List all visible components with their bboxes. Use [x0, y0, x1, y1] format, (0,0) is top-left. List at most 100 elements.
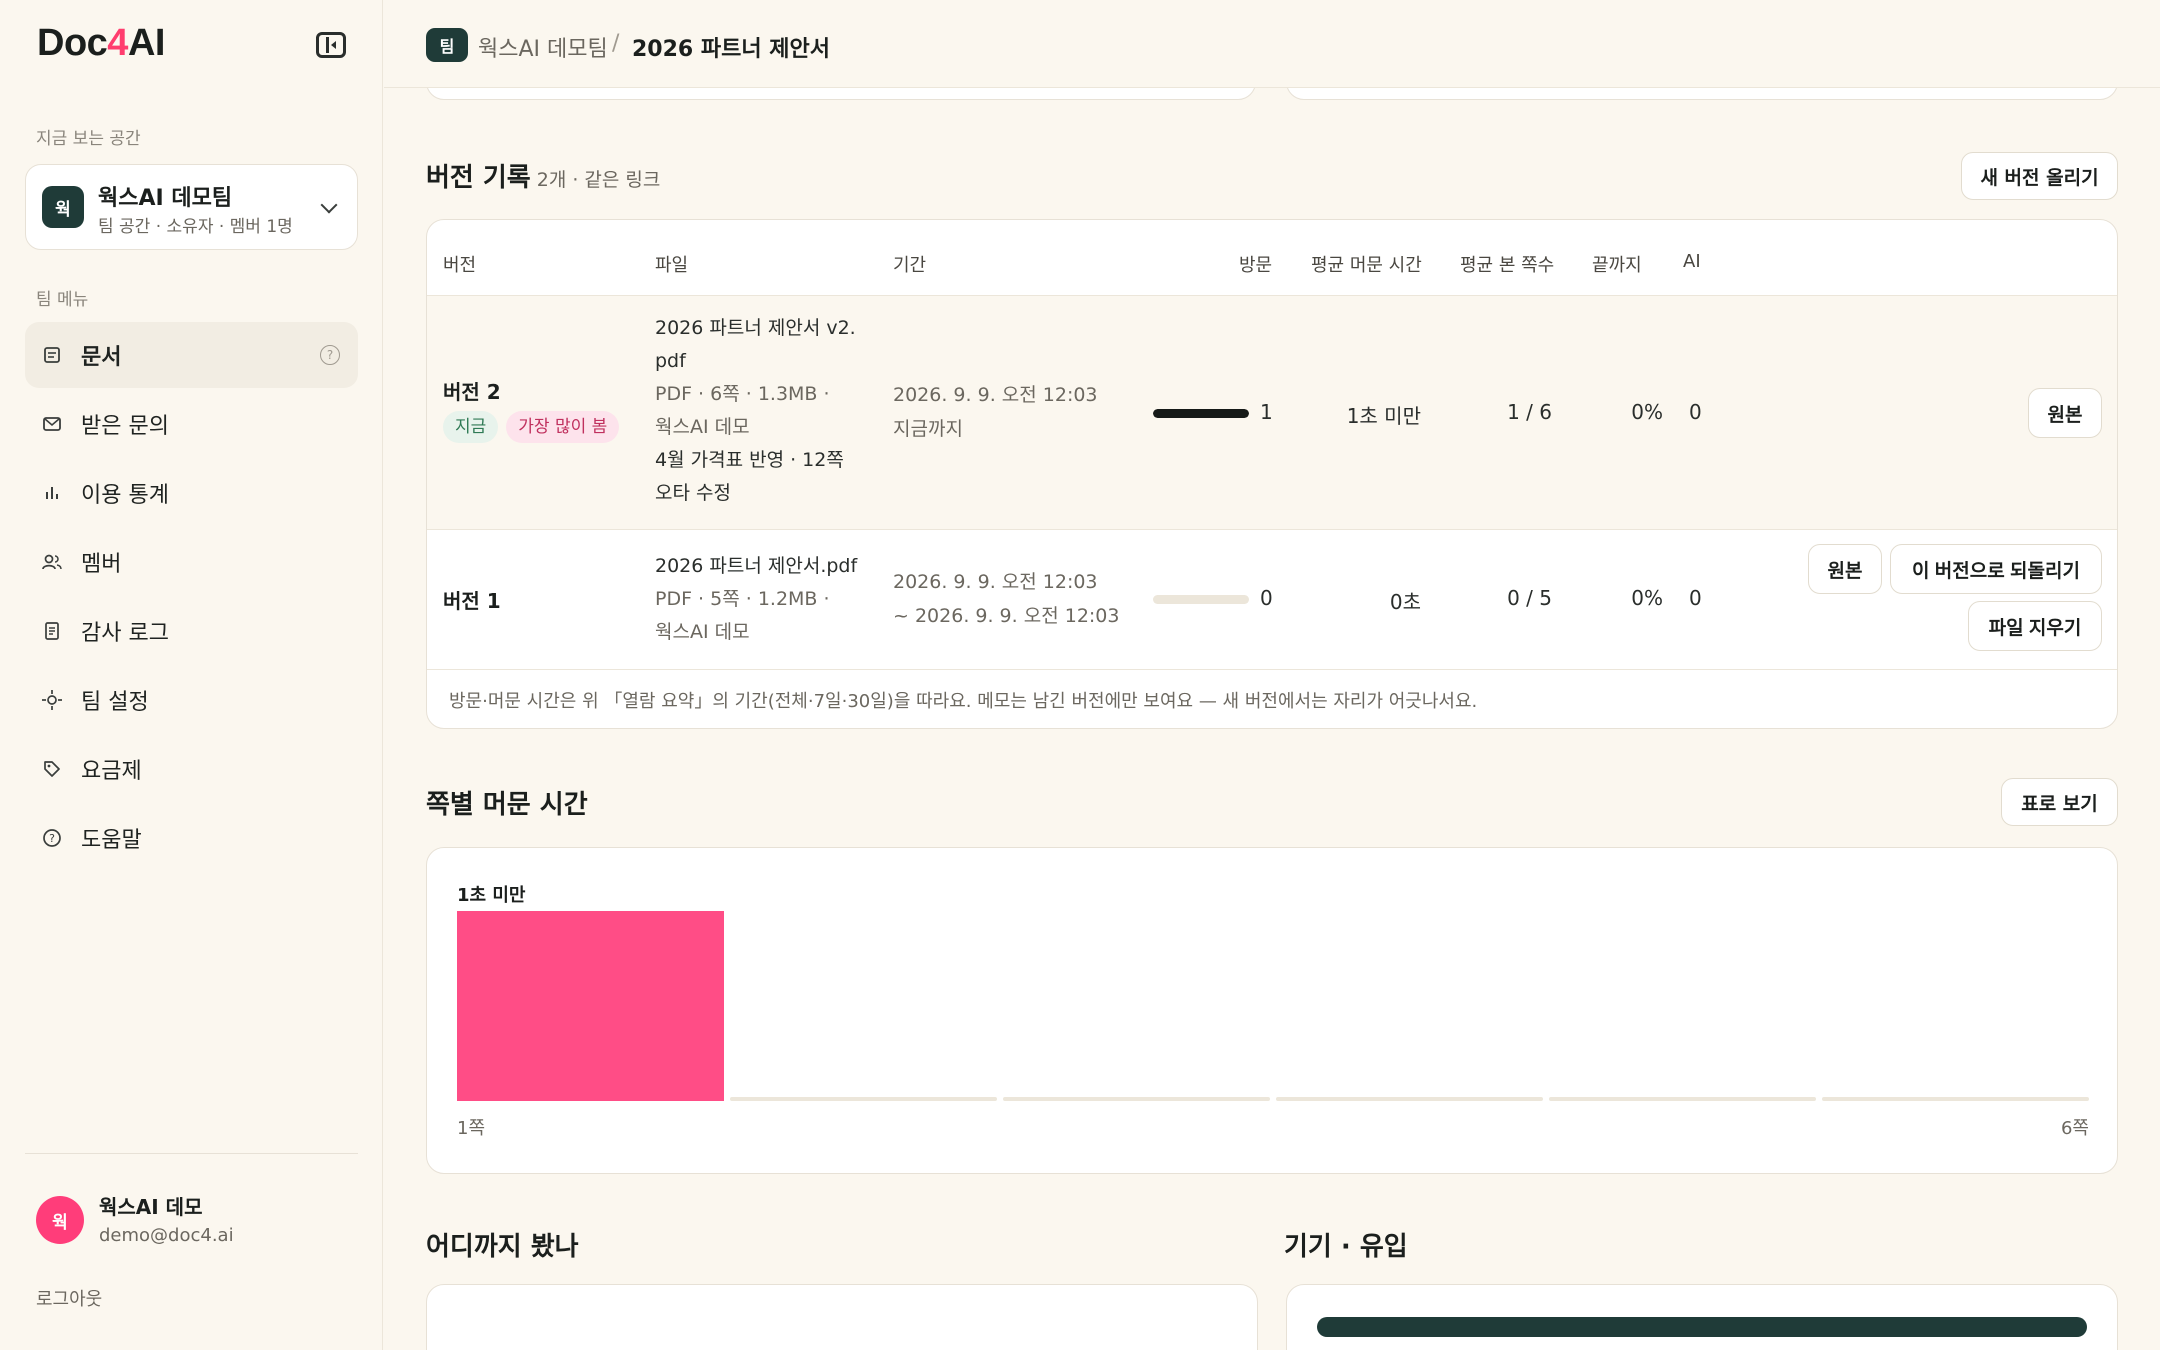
version-table: 버전 파일 기간 방문 평균 머문 시간 평균 본 쪽수 끝까지 AI 버전 2… — [426, 219, 2118, 729]
page-time-title: 쪽별 머문 시간 — [426, 790, 588, 820]
visits-value: 1 — [1260, 400, 1273, 424]
page-bar-1[interactable] — [457, 911, 724, 1101]
audit-log-icon — [41, 620, 63, 642]
sidebar-item-inquiries[interactable]: 받은 문의 — [25, 391, 358, 457]
file-meta: PDF · 5쪽 · 1.2MB · — [655, 588, 830, 610]
version-name: 버전 2 — [443, 380, 501, 404]
chevron-down-icon — [320, 196, 338, 214]
workspace-meta: 팀 공간 · 소유자 · 멤버 1명 — [98, 217, 293, 237]
visit-bar — [1153, 409, 1249, 418]
version-name: 버전 1 — [443, 589, 501, 613]
sidebar-item-label: 감사 로그 — [81, 621, 169, 646]
view-as-table-button[interactable]: 표로 보기 — [2001, 778, 2118, 826]
user-name: 웍스AI 데모 — [99, 1195, 203, 1219]
visits-value: 0 — [1260, 586, 1273, 610]
sidebar-item-label: 이용 통계 — [81, 483, 169, 508]
doc4ai-logo[interactable]: Doc4AI — [37, 22, 165, 65]
breadcrumb-team[interactable]: 웍스AI 데모팀 — [478, 31, 608, 63]
version-memo-continued: 오타 수정 — [655, 482, 731, 504]
period: 2026. 9. 9. 오전 12:03 ~ 2026. 9. 9. 오전 12… — [893, 565, 1119, 633]
workspace-avatar: 웍 — [42, 186, 84, 228]
revert-to-version-button[interactable]: 이 버전으로 되돌리기 — [1890, 544, 2102, 594]
column-header-avg-pages: 평균 본 쪽수 — [1460, 255, 1555, 276]
sidebar-item-documents[interactable]: 문서 ? — [25, 322, 358, 388]
device-bar — [1317, 1317, 2087, 1337]
team-chip: 팀 — [426, 28, 468, 62]
members-icon — [41, 551, 63, 573]
avg-pages-value: 1 / 6 — [1507, 400, 1552, 424]
chart-last-page-label: 6쪽 — [2060, 1118, 2089, 1139]
current-space-caption: 지금 보는 공간 — [36, 129, 141, 149]
ai-value: 0 — [1689, 400, 1702, 424]
collapse-sidebar-icon[interactable] — [316, 32, 346, 58]
main-content: 버전 기록 2개 · 같은 링크 새 버전 올리기 버전 파일 기간 방문 평균 … — [384, 0, 2160, 1350]
sidebar-item-members[interactable]: 멤버 — [25, 529, 358, 595]
file-name: 2026 파트너 제안서 v2. — [655, 317, 856, 339]
file-meta: PDF · 6쪽 · 1.3MB · — [655, 383, 830, 405]
sidebar-item-pricing[interactable]: 요금제 — [25, 736, 358, 802]
sidebar-item-label: 도움말 — [81, 828, 142, 853]
period-start: 2026. 9. 9. 오전 12:03 — [893, 571, 1098, 593]
help-icon[interactable]: ? — [320, 345, 340, 365]
reach-card — [426, 1284, 1258, 1350]
sidebar-item-label: 문서 — [81, 345, 122, 370]
logout-link[interactable]: 로그아웃 — [36, 1285, 102, 1311]
visit-bar — [1153, 595, 1249, 604]
column-header-version: 버전 — [443, 255, 477, 276]
upload-new-version-button[interactable]: 새 버전 올리기 — [1961, 152, 2118, 200]
sidebar-item-label: 팀 설정 — [81, 690, 149, 715]
page-bar-2[interactable] — [730, 1097, 997, 1101]
user-email: demo@doc4.ai — [99, 1225, 234, 1246]
page-time-bars — [457, 911, 2089, 1101]
page-bar-4[interactable] — [1276, 1097, 1543, 1101]
chart-first-page-label: 1쪽 — [457, 1118, 486, 1139]
top-bar: 팀 웍스AI 데모팀 / 2026 파트너 제안서 — [384, 0, 2160, 88]
user-avatar[interactable]: 웍 — [36, 1196, 84, 1244]
completion-value: 0% — [1631, 586, 1663, 610]
file-name: 2026 파트너 제안서.pdf — [655, 555, 858, 577]
sidebar-item-label: 요금제 — [81, 759, 142, 784]
column-header-visits: 방문 — [1239, 255, 1273, 276]
column-header-file: 파일 — [655, 255, 689, 276]
sidebar-item-team-settings[interactable]: 팀 설정 — [25, 667, 358, 733]
svg-text:?: ? — [49, 832, 55, 845]
version-history-heading: 버전 기록 — [426, 163, 531, 193]
sidebar-item-label: 멤버 — [81, 552, 122, 577]
sidebar: Doc4AI 지금 보는 공간 웍 웍스AI 데모팀 팀 공간 · 소유자 · … — [0, 0, 383, 1350]
period: 2026. 9. 9. 오전 12:03 지금까지 — [893, 378, 1098, 446]
sidebar-item-audit-log[interactable]: 감사 로그 — [25, 598, 358, 664]
page-bar-6[interactable] — [1822, 1097, 2089, 1101]
ai-value: 0 — [1689, 586, 1702, 610]
view-original-button[interactable]: 원본 — [2028, 388, 2102, 438]
sidebar-item-usage-stats[interactable]: 이용 통계 — [25, 460, 358, 526]
page-bar-5[interactable] — [1549, 1097, 1816, 1101]
sidebar-divider — [25, 1153, 358, 1154]
completion-value: 0% — [1631, 400, 1663, 424]
file-uploader: 웍스AI 데모 — [655, 416, 750, 438]
workspace-switcher[interactable]: 웍 웍스AI 데모팀 팀 공간 · 소유자 · 멤버 1명 — [25, 164, 358, 250]
period-end: ~ 2026. 9. 9. 오전 12:03 — [893, 605, 1120, 627]
version-tags: 지금 가장 많이 봄 — [443, 411, 627, 443]
version-history-title: 버전 기록 2개 · 같은 링크 — [426, 157, 660, 194]
device-card — [1286, 1284, 2118, 1350]
view-original-button[interactable]: 원본 — [1808, 544, 1882, 594]
page-bar-3[interactable] — [1003, 1097, 1270, 1101]
device-referrer-title: 기기 · 유입 — [1284, 1232, 1408, 1262]
help-icon: ? — [41, 827, 63, 849]
column-header-avg-time: 평균 머문 시간 — [1311, 255, 1422, 276]
team-menu-caption: 팀 메뉴 — [36, 290, 89, 310]
status-badge-current: 지금 — [443, 411, 499, 443]
settings-icon — [41, 689, 63, 711]
tag-icon — [41, 758, 63, 780]
sidebar-item-help[interactable]: ? 도움말 — [25, 805, 358, 871]
reach-title: 어디까지 봤나 — [426, 1232, 579, 1262]
workspace-name: 웍스AI 데모팀 — [98, 186, 233, 211]
table-row: 버전 1 2026 파트너 제안서.pdf PDF · 5쪽 · 1.2MB ·… — [427, 529, 2117, 669]
bar-chart-icon — [41, 482, 63, 504]
table-row: 버전 2 지금 가장 많이 봄 2026 파트너 제안서 v2. pdf PDF … — [427, 295, 2117, 529]
period-end: 지금까지 — [893, 418, 963, 440]
file-name-continued: pdf — [655, 350, 686, 372]
visit-bar-fill — [1153, 409, 1249, 418]
delete-file-button[interactable]: 파일 지우기 — [1968, 601, 2102, 651]
version-memo: 4월 가격표 반영 · 12쪽 — [655, 449, 844, 471]
